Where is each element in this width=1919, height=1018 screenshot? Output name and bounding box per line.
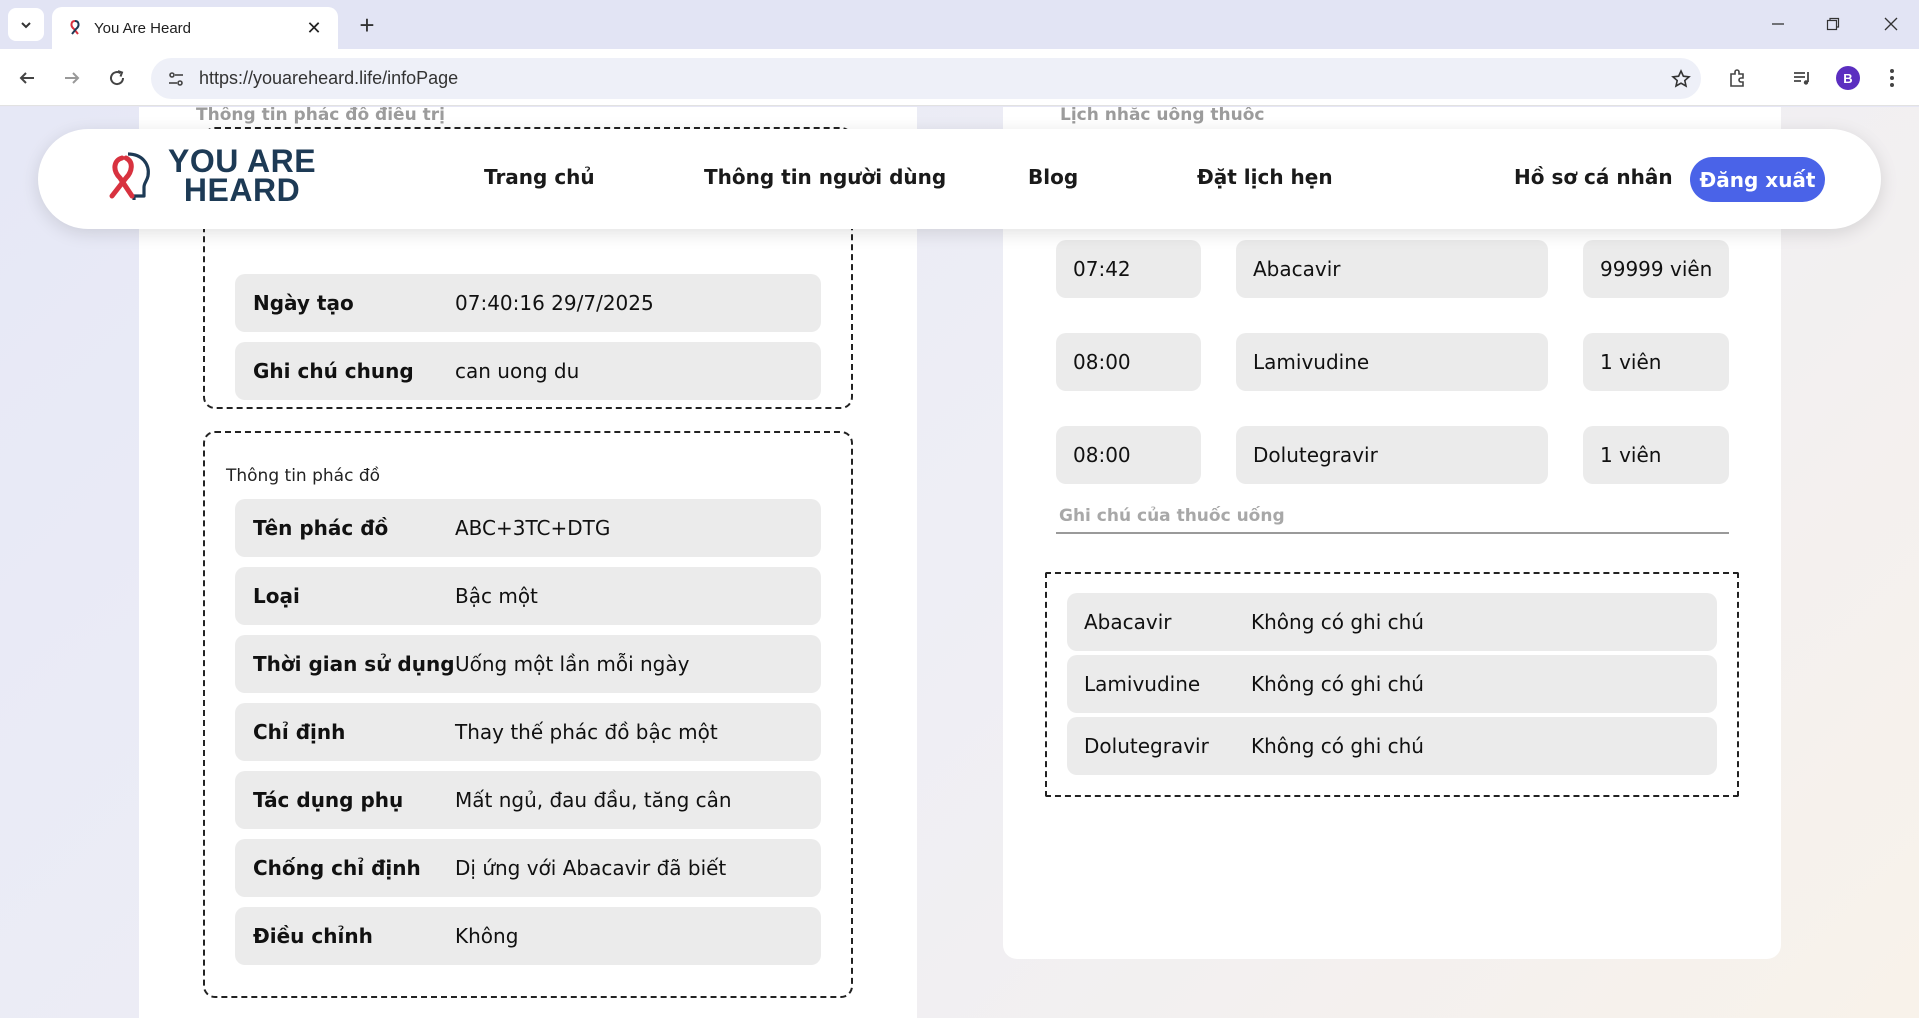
note-row: Abacavir Không có ghi chú [1067, 593, 1717, 651]
note-text: Không có ghi chú [1251, 610, 1424, 634]
media-control-icon[interactable] [1785, 61, 1819, 95]
medication-reminder-panel: Lịch nhắc uống thuốc 07:42 Abacavir 9999… [1003, 107, 1781, 959]
arrow-right-icon [65, 72, 80, 84]
reminder-dose: 1 viên [1583, 426, 1729, 484]
reminder-time: 07:42 [1056, 240, 1201, 298]
note-drug: Lamivudine [1084, 672, 1201, 696]
reload-button[interactable] [100, 61, 134, 95]
note-drug: Abacavir [1084, 610, 1172, 634]
row-value: Dị ứng với Abacavir đã biết [455, 856, 727, 880]
browser-tab-bar: You Are Heard ✕ + [0, 0, 1919, 49]
reminder-drug: Abacavir [1236, 240, 1548, 298]
row-label: Tác dụng phụ [253, 788, 404, 812]
info-row-general-note: Ghi chú chung can uong du [235, 342, 821, 400]
restore-button[interactable] [1813, 8, 1853, 40]
row-value: Thay thế phác đồ bậc một [455, 720, 718, 744]
regimen-row-usage: Thời gian sử dụng Uống một lần mỗi ngày [235, 635, 821, 693]
browser-tab[interactable]: You Are Heard ✕ [52, 7, 338, 49]
forward-button[interactable] [55, 61, 89, 95]
row-label: Tên phác đồ [253, 516, 389, 540]
reminder-drug: Lamivudine [1236, 333, 1548, 391]
row-value: Không [455, 924, 519, 948]
browser-toolbar: https://youareheard.life/infoPage B [0, 49, 1919, 106]
info-row-created-date: Ngày tạo 07:40:16 29/7/2025 [235, 274, 821, 332]
note-row: Lamivudine Không có ghi chú [1067, 655, 1717, 713]
reminder-time: 08:00 [1056, 426, 1201, 484]
treatment-info-heading: Thông tin phác đồ điều trị [196, 107, 445, 125]
nav-link-booking[interactable]: Đặt lịch hẹn [1197, 165, 1333, 189]
reload-icon [110, 70, 125, 86]
medication-notes-label: Ghi chú của thuốc uống [1056, 506, 1729, 534]
back-button[interactable] [10, 61, 44, 95]
site-navbar: YOU ARE HEARD Trang chủ Thông tin người … [38, 129, 1881, 229]
regimen-info-box: Thông tin phác đồ Tên phác đồ ABC+3TC+DT… [203, 431, 853, 998]
row-label: Thời gian sử dụng [253, 652, 455, 676]
arrow-left-icon [19, 72, 34, 84]
regimen-caption: Thông tin phác đồ [226, 466, 381, 486]
nav-link-blog[interactable]: Blog [1028, 165, 1078, 189]
row-label: Loại [253, 584, 300, 608]
profile-avatar[interactable]: B [1836, 66, 1860, 90]
row-value: can uong du [455, 359, 580, 383]
row-label: Ngày tạo [253, 291, 354, 315]
note-drug: Dolutegravir [1084, 734, 1209, 758]
minimize-icon [1772, 23, 1784, 25]
regimen-row-side-effects: Tác dụng phụ Mất ngủ, đau đầu, tăng cân [235, 771, 821, 829]
chevron-down-icon [21, 21, 31, 28]
note-text: Không có ghi chú [1251, 734, 1424, 758]
tab-search-button[interactable] [8, 8, 44, 41]
reminder-heading: Lịch nhắc uống thuốc [1060, 107, 1265, 125]
regimen-row-indication: Chỉ định Thay thế phác đồ bậc một [235, 703, 821, 761]
regimen-row-contraindication: Chống chỉ định Dị ứng với Abacavir đã bi… [235, 839, 821, 897]
bookmark-star-icon[interactable] [1661, 68, 1701, 89]
url-text[interactable]: https://youareheard.life/infoPage [199, 68, 1661, 89]
page-viewport: Thông tin phác đồ điều trị Ngày tạo 07:4… [0, 107, 1919, 1018]
tab-close-icon[interactable]: ✕ [304, 18, 324, 39]
note-text: Không có ghi chú [1251, 672, 1424, 696]
row-label: Điều chỉnh [253, 924, 373, 948]
logo-text: YOU ARE HEARD [168, 145, 316, 208]
reminder-drug: Dolutegravir [1236, 426, 1548, 484]
row-label: Ghi chú chung [253, 359, 414, 383]
nav-link-profile[interactable]: Hồ sơ cá nhân [1514, 165, 1673, 189]
close-icon [1884, 17, 1898, 31]
row-value: Bậc một [455, 584, 538, 608]
note-row: Dolutegravir Không có ghi chú [1067, 717, 1717, 775]
logout-button[interactable]: Đăng xuất [1690, 157, 1825, 202]
reminder-dose: 1 viên [1583, 333, 1729, 391]
regimen-row-type: Loại Bậc một [235, 567, 821, 625]
tab-title: You Are Heard [94, 19, 192, 37]
row-value: Uống một lần mỗi ngày [455, 652, 690, 676]
site-favicon-icon [70, 20, 80, 35]
reminder-time: 08:00 [1056, 333, 1201, 391]
logo-line-2: HEARD [183, 172, 301, 208]
medication-notes-box: Abacavir Không có ghi chú Lamivudine Khô… [1045, 572, 1739, 797]
restore-icon [1826, 17, 1840, 31]
extensions-icon[interactable] [1720, 61, 1754, 95]
browser-menu-icon[interactable] [1875, 61, 1909, 95]
row-value: ABC+3TC+DTG [455, 516, 611, 540]
row-label: Chỉ định [253, 720, 346, 744]
nav-link-user-info[interactable]: Thông tin người dùng [704, 165, 946, 189]
new-tab-button[interactable]: + [352, 10, 382, 40]
row-label: Chống chỉ định [253, 856, 421, 880]
regimen-row-adjustment: Điều chỉnh Không [235, 907, 821, 965]
treatment-info-panel: Thông tin phác đồ điều trị Ngày tạo 07:4… [139, 107, 917, 1018]
reminder-dose: 99999 viên [1583, 240, 1729, 298]
close-window-button[interactable] [1871, 8, 1911, 40]
address-bar[interactable]: https://youareheard.life/infoPage [151, 58, 1701, 99]
row-value: Mất ngủ, đau đầu, tăng cân [455, 788, 732, 812]
minimize-button[interactable] [1758, 8, 1798, 40]
site-info-icon[interactable] [165, 68, 187, 90]
site-logo[interactable]: YOU ARE HEARD [98, 145, 316, 208]
row-value: 07:40:16 29/7/2025 [455, 291, 654, 315]
awareness-ribbon-head-icon [109, 152, 150, 200]
nav-link-home[interactable]: Trang chủ [484, 165, 595, 189]
regimen-row-name: Tên phác đồ ABC+3TC+DTG [235, 499, 821, 557]
